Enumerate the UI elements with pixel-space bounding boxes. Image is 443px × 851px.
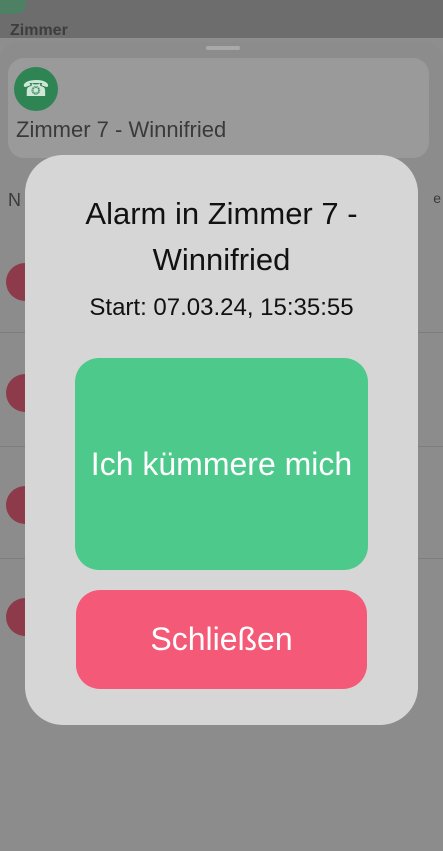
accept-alarm-button[interactable]: Ich kümmere mich [75,358,368,570]
close-button[interactable]: Schließen [76,590,367,689]
background-room-title: Zimmer 7 - Winnifried [16,117,227,142]
alarm-dialog: Alarm in Zimmer 7 - Winnifried Start: 07… [25,155,418,725]
background-room-card [8,58,429,158]
status-indicator [0,0,26,14]
background-section-label: N [8,190,21,210]
phone-icon: ☎ [14,67,58,111]
background-header: Zimmer [10,22,68,36]
sheet-grabber [206,46,240,50]
alarm-title: Alarm in Zimmer 7 - Winnifried [85,196,358,277]
alarm-start-time: Start: 07.03.24, 15:35:55 [89,294,354,321]
background-section-right: e [433,190,441,206]
